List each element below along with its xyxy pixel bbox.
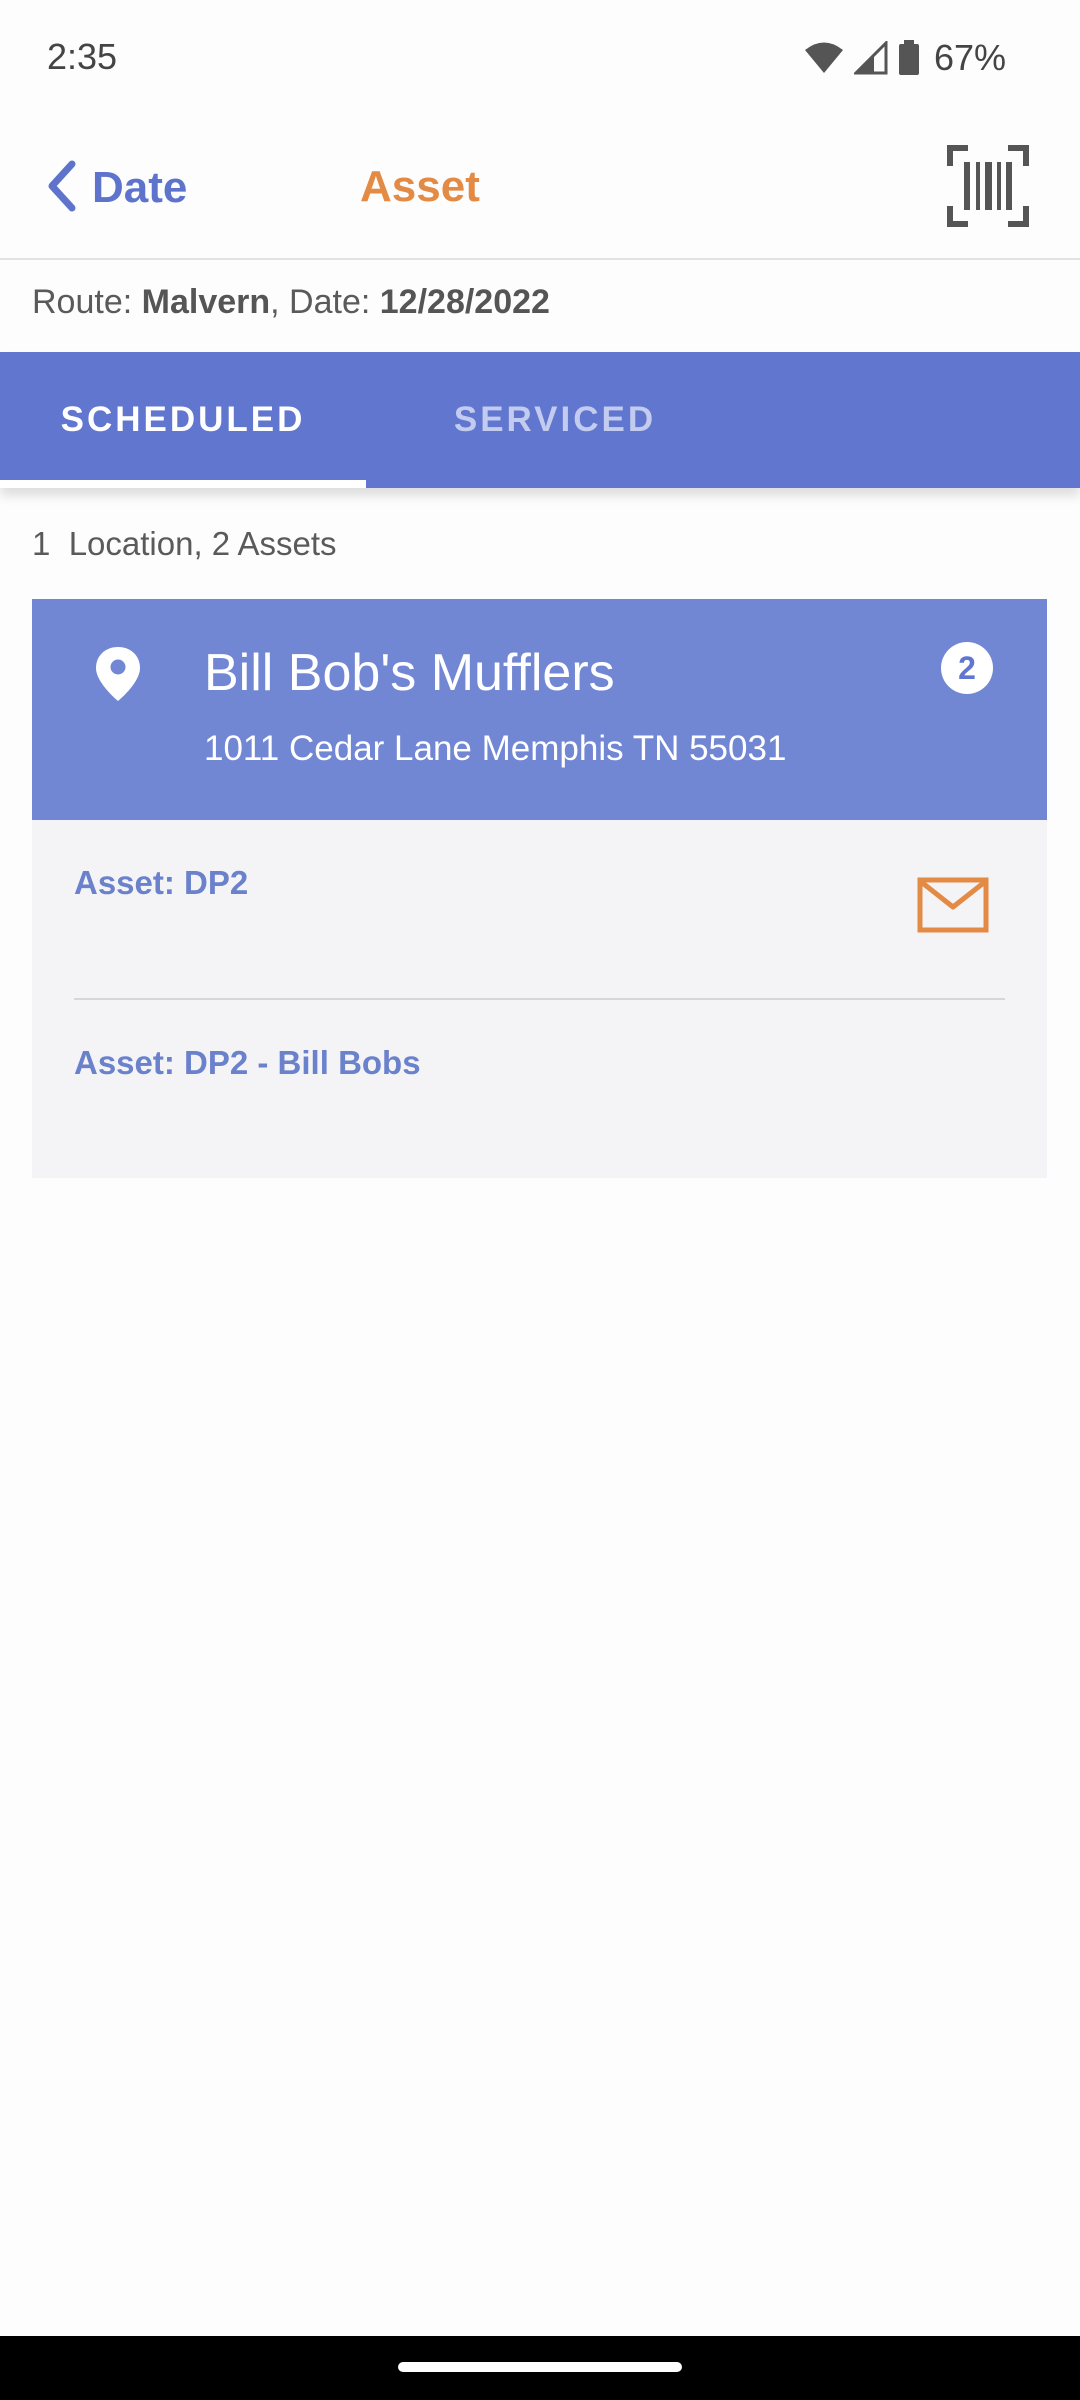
tab-bar: SCHEDULED SERVICED (0, 352, 1080, 488)
cell-signal-icon (853, 41, 888, 75)
map-pin-icon (94, 645, 142, 703)
list-item[interactable]: Asset: DP2 - Bill Bobs (32, 1000, 1047, 1178)
barcode-scan-button[interactable] (946, 144, 1030, 228)
home-indicator[interactable] (398, 2362, 682, 2372)
location-summary: 1 Location, 2 Assets (32, 525, 337, 562)
tab-scheduled[interactable]: SCHEDULED (0, 352, 366, 488)
wifi-icon (804, 41, 844, 75)
date-value: 12/28/2022 (379, 283, 550, 321)
page-title: Asset (360, 162, 480, 211)
app-bar: Date Asset (0, 118, 1080, 260)
tab-indicator (0, 480, 366, 488)
location-address: 1011 Cedar Lane Memphis TN 55031 (204, 729, 787, 768)
date-label: , Date: (270, 283, 371, 321)
asset-count-badge: 2 (941, 642, 993, 694)
battery-percent: 67% (933, 37, 1006, 78)
asset-list: Asset: DP2 Asset: DP2 - Bill Bobs (32, 820, 1047, 1178)
location-card[interactable]: Bill Bob's Mufflers 1011 Cedar Lane Memp… (32, 599, 1047, 820)
battery-icon (898, 40, 920, 76)
status-time: 2:35 (47, 36, 118, 77)
asset-label: Asset: DP2 - Bill Bobs (74, 1044, 421, 1081)
tab-serviced[interactable]: SERVICED (372, 352, 738, 488)
route-info: Route: Malvern, Date: 12/28/2022 (32, 283, 550, 322)
status-icons: 67% (804, 36, 1006, 80)
back-label: Date (92, 163, 188, 212)
asset-label: Asset: DP2 (74, 864, 249, 901)
chevron-left-icon (44, 160, 78, 217)
mail-icon[interactable] (917, 877, 989, 933)
list-item[interactable]: Asset: DP2 (32, 820, 1047, 1000)
route-label: Route: (32, 283, 133, 321)
location-name: Bill Bob's Mufflers (204, 644, 615, 702)
status-bar: 2:35 67% (0, 0, 1080, 118)
barcode-scan-icon (946, 145, 1030, 232)
system-nav-bar (0, 2336, 1080, 2400)
route-value: Malvern (141, 283, 271, 321)
back-button[interactable]: Date (44, 156, 187, 220)
